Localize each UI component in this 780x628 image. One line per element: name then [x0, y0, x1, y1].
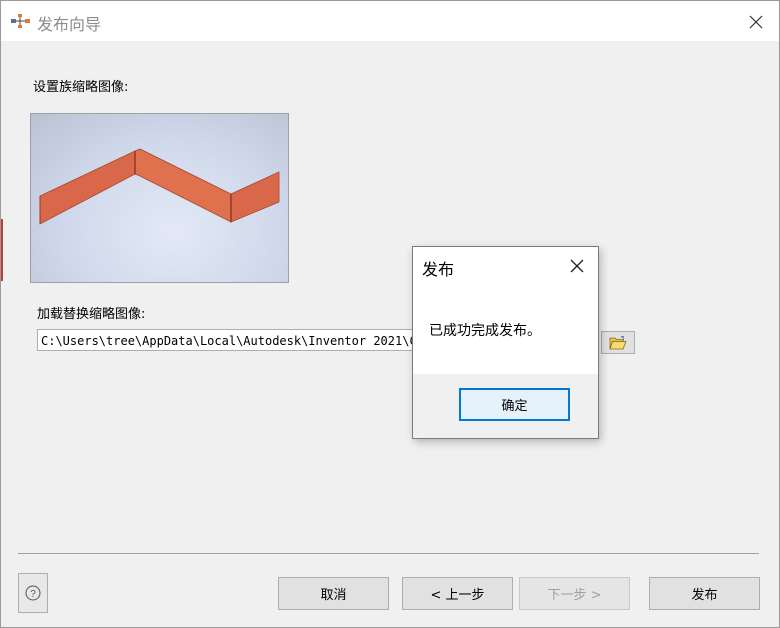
- publish-wizard-icon: [11, 14, 31, 28]
- dialog-close-button[interactable]: [565, 255, 589, 277]
- browse-button[interactable]: [601, 331, 635, 354]
- close-icon: [570, 259, 584, 273]
- publish-button[interactable]: 发布: [649, 577, 760, 610]
- ok-button[interactable]: 确定: [459, 388, 570, 421]
- publish-complete-dialog: 发布 已成功完成发布。 确定: [412, 246, 599, 439]
- cancel-button[interactable]: 取消: [278, 577, 389, 610]
- replace-thumbnail-label: 加载替换缩略图像:: [37, 307, 146, 322]
- footer-separator: [18, 553, 759, 554]
- help-button[interactable]: ?: [18, 573, 48, 613]
- thumbnail-preview: [30, 113, 289, 283]
- window-title: 发布向导: [37, 15, 102, 34]
- close-icon: [749, 15, 763, 29]
- part-preview-image: [39, 148, 280, 225]
- window-close-button[interactable]: [741, 8, 771, 36]
- thumbnail-label: 设置族缩略图像:: [33, 80, 129, 95]
- help-icon: ?: [25, 585, 41, 601]
- publish-wizard-window: 发布向导 设置族缩略图像: 加载替换缩略图像: C:\Users\tree\Ap…: [0, 0, 780, 628]
- title-bar: 发布向导: [1, 1, 779, 41]
- back-button[interactable]: < 上一步: [402, 577, 513, 610]
- svg-text:?: ?: [30, 589, 36, 600]
- left-edge-accent: [1, 219, 3, 281]
- dialog-message: 已成功完成发布。: [429, 323, 541, 339]
- folder-open-icon: [609, 335, 627, 349]
- next-button[interactable]: 下一步 >: [519, 577, 630, 610]
- dialog-title: 发布: [422, 260, 455, 279]
